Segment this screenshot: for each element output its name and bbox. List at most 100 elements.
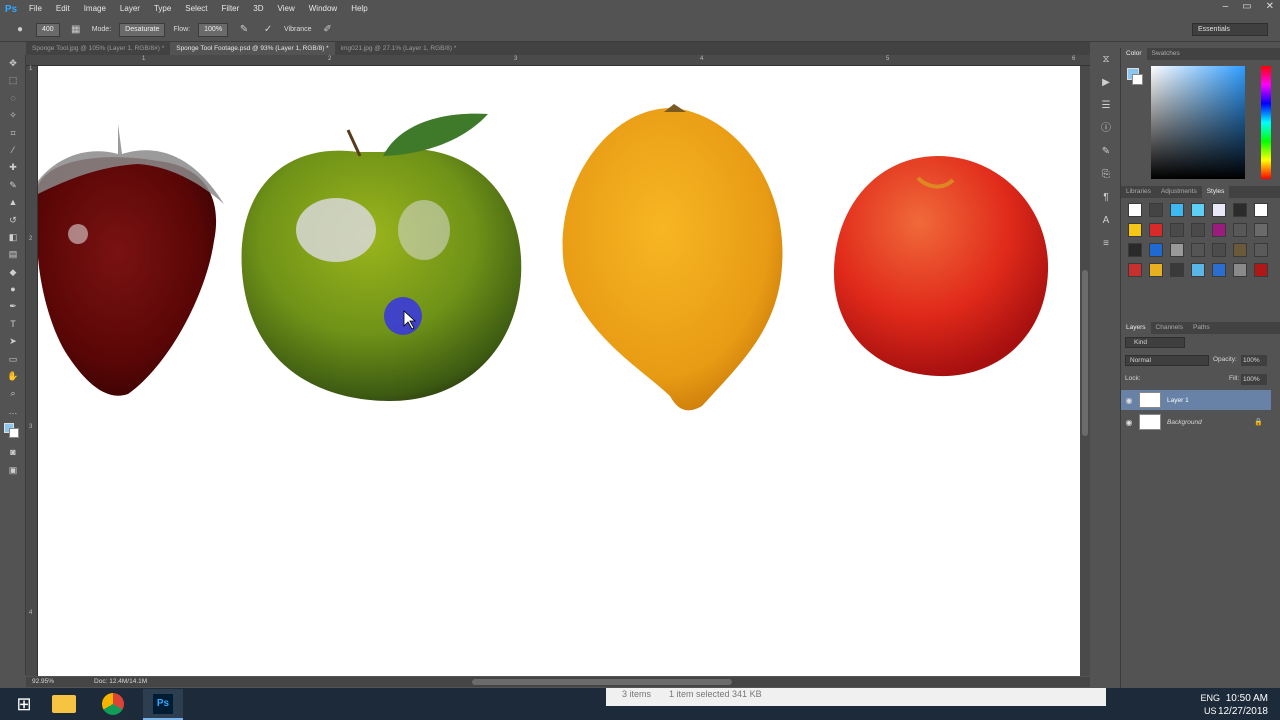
- layer-row[interactable]: ◉ Background 🔒: [1121, 412, 1271, 432]
- style-swatch[interactable]: [1212, 243, 1226, 257]
- tab-sponge-tool-footage[interactable]: Sponge Tool Footage.psd @ 93% (Layer 1, …: [170, 42, 335, 55]
- chrome-icon[interactable]: [94, 689, 134, 720]
- gradient-tool-icon[interactable]: ▤: [0, 246, 26, 263]
- style-swatch[interactable]: [1233, 243, 1247, 257]
- character-icon[interactable]: A: [1094, 209, 1118, 232]
- sponge-tool-icon[interactable]: ●: [12, 23, 28, 37]
- style-swatch[interactable]: [1149, 203, 1163, 217]
- background-color-swatch[interactable]: [1132, 74, 1143, 85]
- document-canvas[interactable]: [38, 66, 1080, 676]
- eye-icon[interactable]: ◉: [1121, 396, 1137, 405]
- style-swatch[interactable]: [1128, 263, 1142, 277]
- menu-filter[interactable]: Filter: [215, 0, 247, 18]
- background-color-swatch[interactable]: [9, 428, 19, 439]
- brush-tool-icon[interactable]: ✎: [0, 177, 26, 194]
- menu-help[interactable]: Help: [344, 0, 374, 18]
- tab-paths[interactable]: Paths: [1188, 322, 1215, 334]
- vibrance-checkbox[interactable]: ✓: [260, 23, 276, 37]
- pen-tool-icon[interactable]: ✒: [0, 298, 26, 315]
- horizontal-scrollbar[interactable]: [26, 677, 1090, 687]
- file-explorer-icon[interactable]: [44, 689, 84, 720]
- brush-panel-icon[interactable]: ▦: [68, 23, 84, 37]
- style-swatch[interactable]: [1191, 243, 1205, 257]
- style-swatch[interactable]: [1254, 263, 1268, 277]
- tab-adjustments[interactable]: Adjustments: [1156, 186, 1202, 198]
- style-swatch[interactable]: [1191, 203, 1205, 217]
- screen-mode-icon[interactable]: ▣: [0, 462, 26, 479]
- zoom-tool-icon[interactable]: ⌕: [0, 385, 26, 402]
- lasso-tool-icon[interactable]: ◌: [0, 90, 26, 107]
- stamp-tool-icon[interactable]: ▲: [0, 194, 26, 211]
- style-swatch[interactable]: [1233, 203, 1247, 217]
- workspace-select[interactable]: Essentials: [1192, 23, 1268, 36]
- close-button[interactable]: ✕: [1266, 0, 1274, 14]
- style-swatch[interactable]: [1149, 223, 1163, 237]
- move-tool-icon[interactable]: ✥: [0, 55, 26, 72]
- edit-toolbar-icon[interactable]: …: [0, 403, 26, 420]
- style-swatch[interactable]: [1128, 243, 1142, 257]
- layer-filter-kind[interactable]: Kind: [1125, 337, 1185, 348]
- style-swatch[interactable]: [1128, 203, 1142, 217]
- path-select-tool-icon[interactable]: ➤: [0, 333, 26, 350]
- eye-icon[interactable]: ◉: [1121, 418, 1137, 427]
- tab-channels[interactable]: Channels: [1151, 322, 1188, 334]
- menu-select[interactable]: Select: [178, 0, 214, 18]
- eraser-tool-icon[interactable]: ◧: [0, 229, 26, 246]
- tab-sponge-tool-jpg[interactable]: Sponge Tool.jpg @ 105% (Layer 1, RGB/8#)…: [26, 42, 170, 55]
- zoom-level[interactable]: 92.95%: [32, 677, 54, 687]
- menu-3d[interactable]: 3D: [246, 0, 270, 18]
- minimize-button[interactable]: –: [1223, 0, 1229, 14]
- airbrush-icon[interactable]: ✎: [236, 23, 252, 37]
- style-swatch[interactable]: [1170, 203, 1184, 217]
- style-swatch[interactable]: [1170, 223, 1184, 237]
- menu-image[interactable]: Image: [77, 0, 113, 18]
- style-swatch[interactable]: [1149, 243, 1163, 257]
- eyedropper-tool-icon[interactable]: ⁄: [0, 142, 26, 159]
- marquee-tool-icon[interactable]: ⬚: [0, 72, 26, 89]
- flow-input[interactable]: 100%: [198, 22, 229, 37]
- style-swatch[interactable]: [1254, 203, 1268, 217]
- photoshop-taskbar-icon[interactable]: Ps: [143, 689, 183, 720]
- color-picker-field[interactable]: [1151, 66, 1245, 179]
- menu-file[interactable]: File: [22, 0, 49, 18]
- history-brush-icon[interactable]: ↺: [0, 212, 26, 229]
- quick-mask-icon[interactable]: ◙: [0, 444, 26, 461]
- vertical-scrollbar[interactable]: [1080, 66, 1090, 676]
- tab-img021[interactable]: img021.jpg @ 27.1% (Layer 1, RGB/8) *: [335, 42, 463, 55]
- windows-start-icon[interactable]: ⊞: [4, 689, 44, 720]
- menu-edit[interactable]: Edit: [49, 0, 77, 18]
- opacity-input[interactable]: 100%: [1241, 355, 1267, 366]
- quick-select-tool-icon[interactable]: ✧: [0, 107, 26, 124]
- style-swatch[interactable]: [1254, 243, 1268, 257]
- menu-layer[interactable]: Layer: [113, 0, 147, 18]
- notes-icon[interactable]: ≡: [1094, 232, 1118, 255]
- style-swatch[interactable]: [1170, 243, 1184, 257]
- color-swatches[interactable]: [0, 420, 26, 444]
- brush-presets-icon[interactable]: ✎: [1094, 140, 1118, 163]
- actions-icon[interactable]: ▶: [1094, 71, 1118, 94]
- style-swatch[interactable]: [1254, 223, 1268, 237]
- clone-source-icon[interactable]: ⎘: [1094, 163, 1118, 186]
- tab-styles[interactable]: Styles: [1201, 186, 1230, 198]
- blend-mode-select[interactable]: Normal: [1125, 355, 1209, 366]
- style-swatch[interactable]: [1170, 263, 1184, 277]
- layer-row[interactable]: ◉ Layer 1: [1121, 390, 1271, 410]
- shape-tool-icon[interactable]: ▭: [0, 351, 26, 368]
- tab-color[interactable]: Color: [1121, 48, 1147, 60]
- menu-type[interactable]: Type: [147, 0, 178, 18]
- hand-tool-icon[interactable]: ✋: [0, 368, 26, 385]
- tab-libraries[interactable]: Libraries: [1121, 186, 1156, 198]
- hue-slider[interactable]: [1261, 66, 1271, 179]
- mode-select[interactable]: Desaturate: [119, 22, 166, 37]
- pressure-icon[interactable]: ✐: [320, 23, 336, 37]
- horizontal-scroll-thumb[interactable]: [472, 679, 732, 685]
- tab-layers[interactable]: Layers: [1121, 322, 1151, 334]
- restore-button[interactable]: ▭: [1242, 0, 1251, 14]
- layer-name[interactable]: Background: [1167, 419, 1202, 426]
- properties-icon[interactable]: ☰: [1094, 94, 1118, 117]
- healing-tool-icon[interactable]: ✚: [0, 159, 26, 176]
- layer-name[interactable]: Layer 1: [1167, 397, 1189, 404]
- blur-tool-icon[interactable]: ◆: [0, 264, 26, 281]
- sponge-tool-icon[interactable]: ●: [0, 281, 26, 298]
- brush-size-picker[interactable]: 400: [36, 22, 60, 37]
